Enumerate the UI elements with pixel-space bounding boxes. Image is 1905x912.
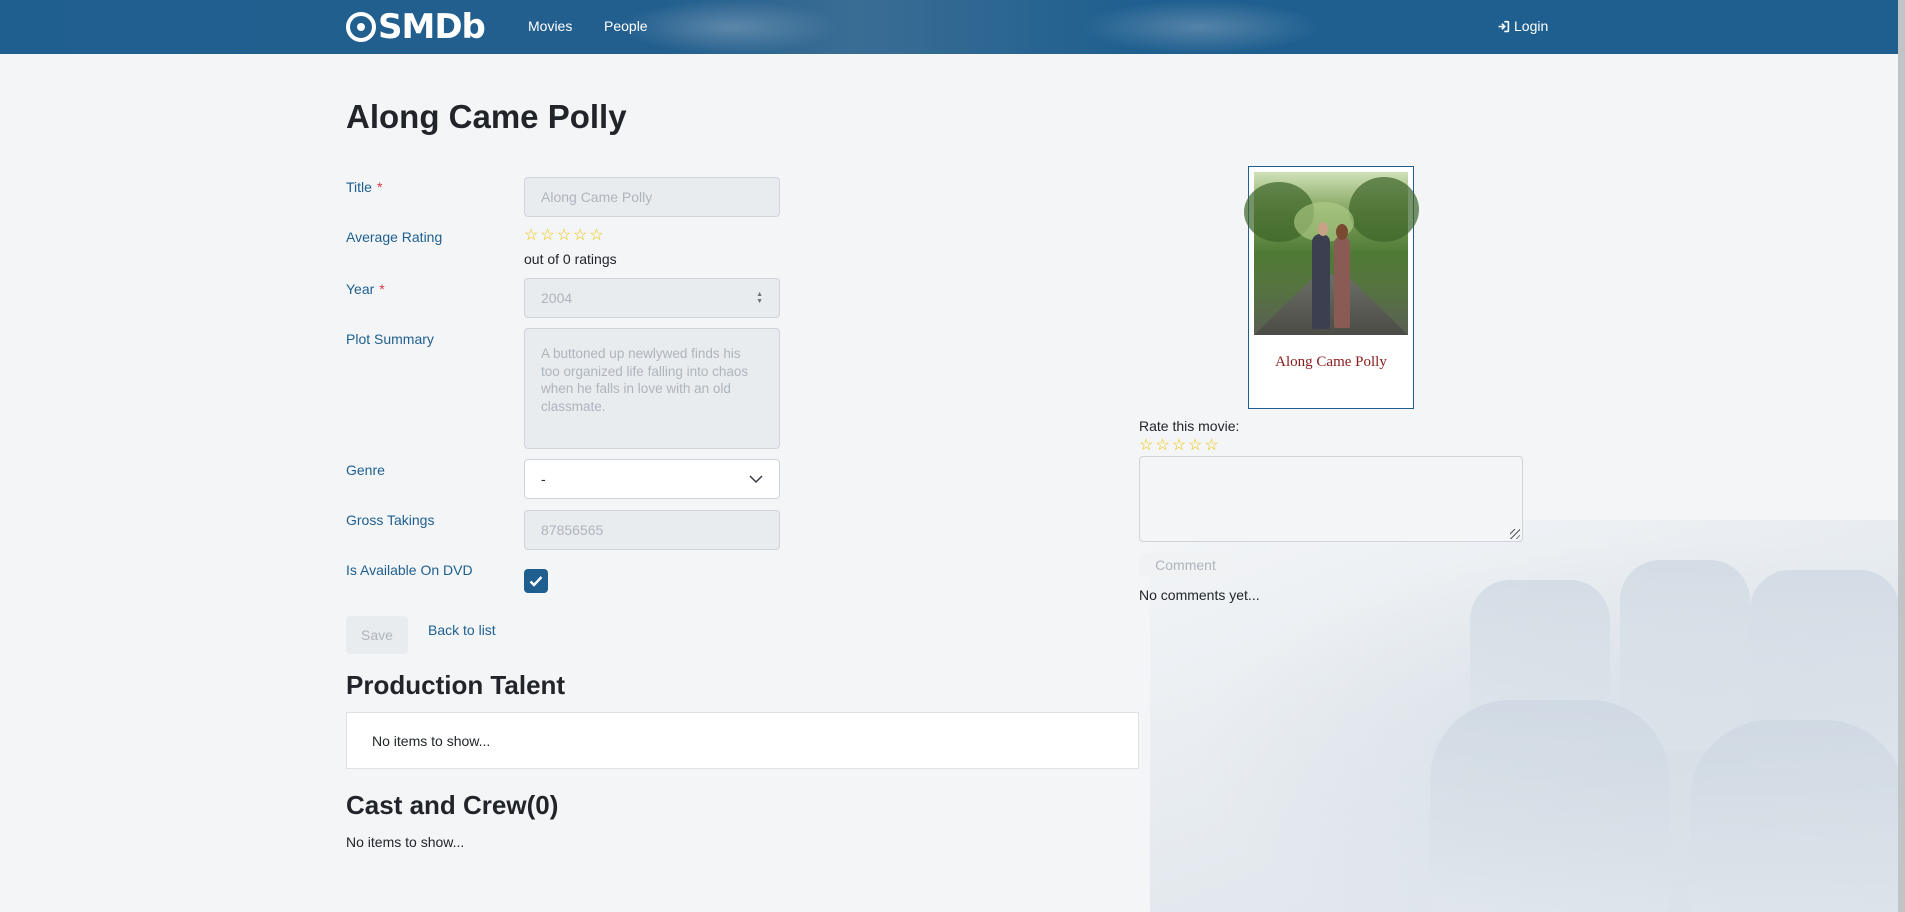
chevron-down-icon xyxy=(749,474,763,483)
star-outline-icon[interactable]: ☆ xyxy=(1204,438,1218,454)
number-spinner-icon[interactable]: ▲ ▼ xyxy=(756,291,763,305)
genre-select[interactable]: - xyxy=(524,459,780,499)
no-comments-text: No comments yet... xyxy=(1139,587,1260,603)
comment-textarea[interactable] xyxy=(1139,456,1523,542)
resize-handle-icon[interactable] xyxy=(1510,529,1520,539)
star-outline-icon[interactable]: ☆ xyxy=(1139,438,1153,454)
average-rating-label: Average Rating xyxy=(346,229,443,245)
top-navbar: SMDb Movies People Login xyxy=(0,0,1898,54)
nav-people-link[interactable]: People xyxy=(604,18,648,34)
poster-image xyxy=(1244,172,1419,335)
page-scrollbar[interactable] xyxy=(1898,0,1905,912)
save-button[interactable]: Save xyxy=(346,616,408,654)
gross-takings-input[interactable]: 87856565 xyxy=(524,510,780,550)
year-input[interactable]: 2004 ▲ ▼ xyxy=(524,278,780,318)
plot-summary-label: Plot Summary xyxy=(346,331,434,347)
star-outline-icon[interactable]: ☆ xyxy=(1172,438,1186,454)
dvd-checkbox[interactable] xyxy=(524,569,548,593)
genre-label: Genre xyxy=(346,462,385,478)
login-link[interactable]: Login xyxy=(1497,18,1548,34)
background-cinema-art xyxy=(1150,520,1905,912)
check-icon xyxy=(529,576,543,587)
gross-takings-value: 87856565 xyxy=(541,522,604,538)
gross-takings-label: Gross Takings xyxy=(346,512,435,528)
title-input[interactable]: Along Came Polly xyxy=(524,177,780,217)
average-rating-stars: ☆ ☆ ☆ ☆ ☆ xyxy=(524,228,604,244)
back-to-list-link[interactable]: Back to list xyxy=(428,621,496,639)
star-outline-icon: ☆ xyxy=(540,227,555,244)
scrollbar-thumb[interactable] xyxy=(1898,0,1905,912)
poster-title: Along Came Polly xyxy=(1275,354,1387,370)
year-label: Year * xyxy=(346,281,385,297)
cast-crew-empty-text: No items to show... xyxy=(346,834,465,850)
year-label-text: Year xyxy=(346,281,375,297)
plot-summary-textarea[interactable]: A buttoned up newlywed finds his too org… xyxy=(524,328,780,449)
dvd-label: Is Available On DVD xyxy=(346,562,473,578)
rating-count-text: out of 0 ratings xyxy=(524,251,617,267)
logo-text: SMDb xyxy=(378,7,486,47)
page-title: Along Came Polly xyxy=(346,98,627,135)
site-logo[interactable]: SMDb xyxy=(346,7,486,47)
comment-button[interactable]: Comment xyxy=(1139,553,1232,577)
year-input-value: 2004 xyxy=(541,290,573,306)
required-mark: * xyxy=(376,179,383,195)
nav-movies-link[interactable]: Movies xyxy=(528,18,572,34)
star-outline-icon: ☆ xyxy=(556,227,572,244)
star-outline-icon: ☆ xyxy=(524,227,539,244)
production-talent-heading: Production Talent xyxy=(346,670,566,700)
title-label: Title * xyxy=(346,179,382,195)
film-reel-icon xyxy=(346,12,376,42)
title-input-value: Along Came Polly xyxy=(541,189,653,205)
star-outline-icon: ☆ xyxy=(589,227,604,244)
login-label: Login xyxy=(1514,18,1549,34)
cast-crew-heading: Cast and Crew(0) xyxy=(346,790,559,820)
title-label-text: Title xyxy=(346,179,372,195)
production-talent-list: No items to show... xyxy=(346,712,1139,769)
production-talent-empty-text: No items to show... xyxy=(372,732,491,749)
movie-poster: Along Came Polly xyxy=(1244,166,1419,409)
star-outline-icon[interactable]: ☆ xyxy=(1188,438,1202,454)
star-outline-icon[interactable]: ☆ xyxy=(1155,438,1169,454)
rate-movie-stars[interactable]: ☆ ☆ ☆ ☆ ☆ xyxy=(1139,438,1219,454)
rate-movie-label: Rate this movie: xyxy=(1139,418,1240,434)
star-outline-icon: ☆ xyxy=(573,227,588,244)
sign-in-icon xyxy=(1498,20,1510,32)
genre-selected-value: - xyxy=(541,471,546,487)
required-mark: * xyxy=(379,281,385,297)
